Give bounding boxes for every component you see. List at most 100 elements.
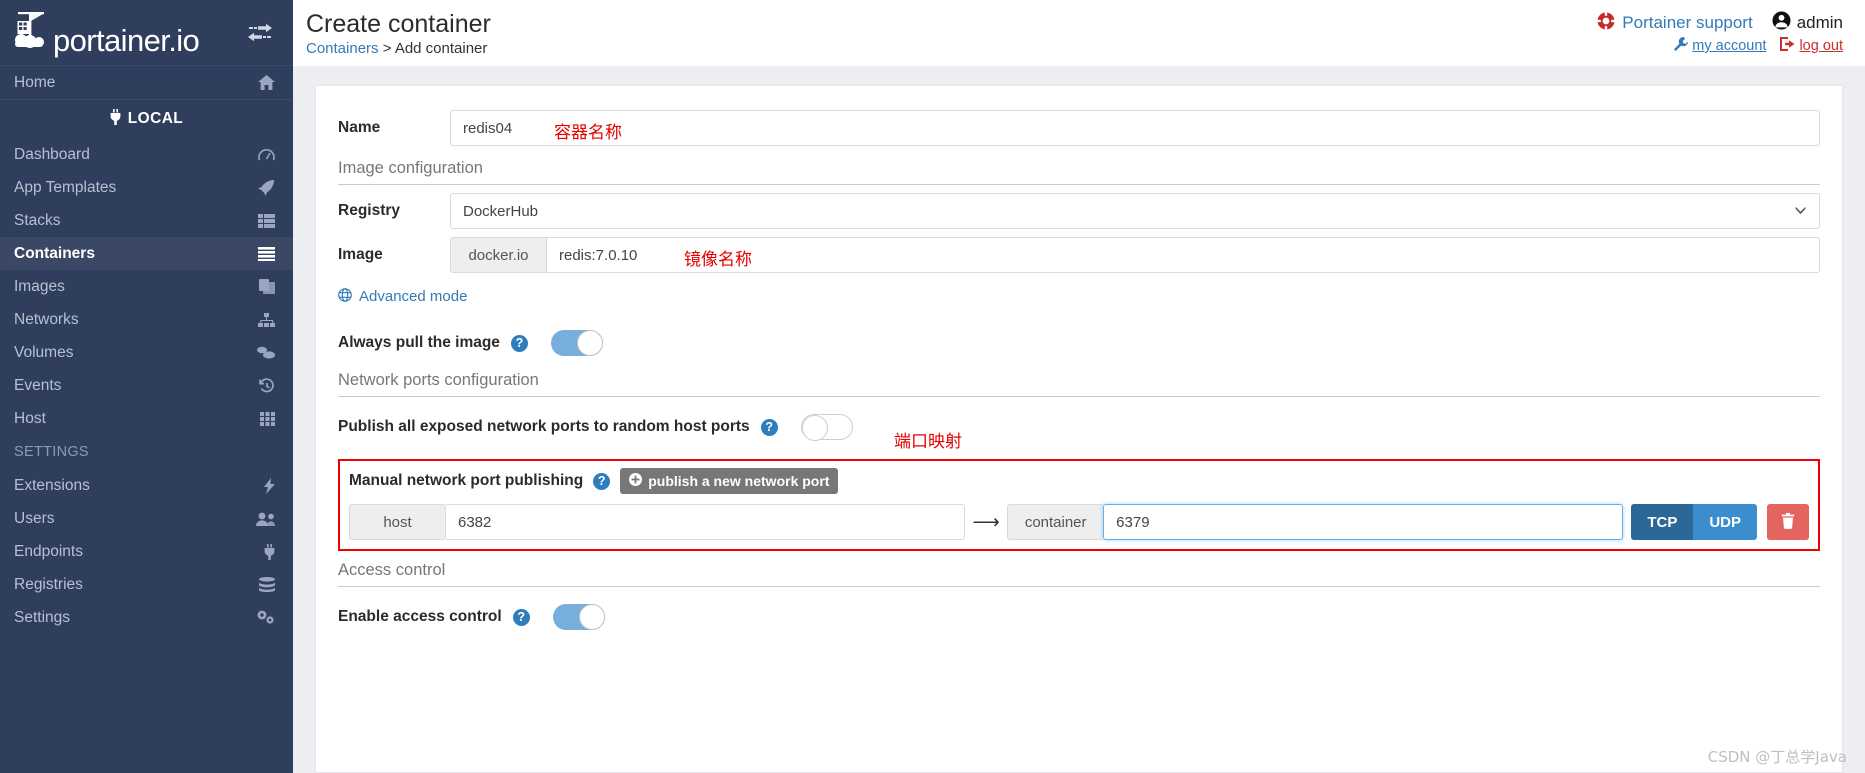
publish-new-port-label: publish a new network port [648, 473, 830, 489]
sidebar-item-label: Events [14, 376, 62, 394]
sidebar-item-volumes[interactable]: Volumes [0, 336, 293, 369]
manual-publishing-label: Manual network port publishing [349, 472, 584, 489]
log-out-link[interactable]: log out [1780, 37, 1843, 55]
my-account-link[interactable]: my account [1674, 36, 1767, 55]
create-container-form-panel: Name redis04 容器名称 Image configuration Re… [315, 85, 1843, 773]
enable-access-control-label: Enable access control [338, 608, 502, 625]
name-row: Name redis04 容器名称 [338, 106, 1820, 150]
advanced-mode-row: Advanced mode [338, 277, 1820, 317]
sidebar-item-label: Users [14, 509, 55, 527]
arrow-right-icon: ⟶ [972, 511, 1000, 533]
volumes-icon [253, 346, 275, 360]
sidebar-item-users[interactable]: Users [0, 502, 293, 535]
top-bar-right: Portainer support admin my account log o… [1597, 10, 1843, 55]
sidebar-item-dashboard[interactable]: Dashboard [0, 138, 293, 171]
sidebar-header: portainer.io [0, 0, 293, 66]
sidebar-item-endpoints[interactable]: Endpoints [0, 535, 293, 568]
host-grid-icon [253, 411, 275, 426]
question-help-icon[interactable]: ? [510, 334, 528, 352]
host-port-input[interactable]: 6382 [445, 504, 966, 540]
chevron-down-icon [1794, 203, 1807, 220]
enable-access-control-toggle[interactable] [552, 604, 605, 630]
sidebar-item-label: Host [14, 409, 46, 427]
delete-port-mapping-button[interactable] [1767, 504, 1810, 540]
wrench-icon [1674, 36, 1689, 55]
account-actions-row: my account log out [1597, 36, 1843, 55]
always-pull-label: Always pull the image [338, 334, 500, 351]
sidebar-item-containers[interactable]: Containers [0, 237, 293, 270]
host-port-addon: host [349, 504, 445, 540]
containers-icon [253, 246, 275, 261]
sidebar-item-networks[interactable]: Networks [0, 303, 293, 336]
content-area: Name redis04 容器名称 Image configuration Re… [293, 66, 1865, 773]
question-help-icon[interactable]: ? [512, 608, 530, 626]
registry-select[interactable]: DockerHub [450, 193, 1820, 229]
host-port-group: host 6382 [349, 504, 966, 540]
container-port-input[interactable]: 6379 [1103, 504, 1624, 540]
history-icon [253, 378, 275, 393]
portainer-whale-crane-icon [12, 10, 52, 56]
page-heading-block: Create container Containers > Add contai… [303, 10, 491, 57]
sidebar-item-label: Images [14, 277, 65, 295]
advanced-mode-label: Advanced mode [359, 288, 468, 305]
protocol-udp-button[interactable]: UDP [1693, 504, 1758, 540]
publish-new-network-port-button[interactable]: publish a new network port [620, 468, 839, 494]
my-account-label: my account [1692, 38, 1767, 54]
gear-icon [253, 610, 275, 625]
sidebar-item-label: Networks [14, 310, 79, 328]
sidebar-item-host[interactable]: Host [0, 402, 293, 435]
advanced-mode-link[interactable]: Advanced mode [338, 287, 468, 306]
sidebar: portainer.io Home LOCAL Dashboard App Te… [0, 0, 293, 773]
images-icon [253, 279, 275, 294]
sidebar-item-events[interactable]: Events [0, 369, 293, 402]
toggle-knob [578, 604, 605, 630]
stacks-icon [253, 213, 275, 228]
dashboard-icon [253, 147, 275, 163]
port-mapping-annotation: 端口映射 [894, 432, 962, 452]
port-mapping-row: host 6382 ⟶ container 6379 TCP UDP [349, 504, 1810, 540]
sidebar-item-extensions[interactable]: Extensions [0, 469, 293, 502]
question-help-icon[interactable]: ? [593, 472, 611, 490]
user-block[interactable]: admin [1772, 11, 1843, 35]
app-root: portainer.io Home LOCAL Dashboard App Te… [0, 0, 1865, 773]
log-out-label: log out [1799, 38, 1843, 54]
portainer-logo[interactable]: portainer.io [12, 10, 243, 56]
page-title: Create container [306, 10, 491, 38]
collapse-arrows-icon[interactable] [243, 22, 277, 44]
sidebar-item-label: Volumes [14, 343, 74, 361]
always-pull-row: Always pull the image ? [338, 317, 1820, 369]
plus-circle-icon [629, 473, 643, 489]
sidebar-item-home[interactable]: Home [0, 66, 293, 99]
breadcrumb: Containers > Add container [306, 40, 491, 57]
user-name: admin [1796, 13, 1843, 32]
sidebar-item-registries[interactable]: Registries [0, 568, 293, 601]
question-help-icon[interactable]: ? [760, 418, 778, 436]
plug-icon [253, 543, 275, 560]
plug-icon [110, 108, 121, 130]
name-annotation: 容器名称 [554, 123, 622, 143]
sidebar-section-settings: SETTINGS [14, 444, 89, 460]
name-label: Name [338, 119, 381, 136]
sidebar-item-app-templates[interactable]: App Templates [0, 171, 293, 204]
brand-text: portainer.io [53, 22, 200, 58]
always-pull-toggle[interactable] [550, 330, 603, 356]
breadcrumb-current: Add container [394, 40, 488, 57]
image-label: Image [338, 246, 383, 263]
portainer-support-link[interactable]: Portainer support [1622, 13, 1752, 33]
sidebar-item-stacks[interactable]: Stacks [0, 204, 293, 237]
protocol-tcp-button[interactable]: TCP [1631, 504, 1694, 540]
sidebar-item-label: Home [14, 73, 56, 91]
sidebar-item-images[interactable]: Images [0, 270, 293, 303]
registry-selected-value: DockerHub [463, 202, 539, 220]
toggle-knob [576, 330, 603, 356]
trash-icon [1781, 512, 1795, 532]
breadcrumb-link-containers[interactable]: Containers [306, 40, 379, 57]
name-input[interactable]: redis04 [450, 110, 1820, 146]
publish-all-toggle[interactable] [800, 414, 853, 441]
sidebar-endpoint-label: LOCAL [0, 100, 293, 138]
manual-publishing-header: Manual network port publishing ? publish… [349, 468, 1809, 494]
networks-icon [253, 312, 275, 327]
top-bar: Create container Containers > Add contai… [293, 0, 1865, 66]
main-area: Create container Containers > Add contai… [293, 0, 1865, 773]
sidebar-item-settings[interactable]: Settings [0, 601, 293, 634]
